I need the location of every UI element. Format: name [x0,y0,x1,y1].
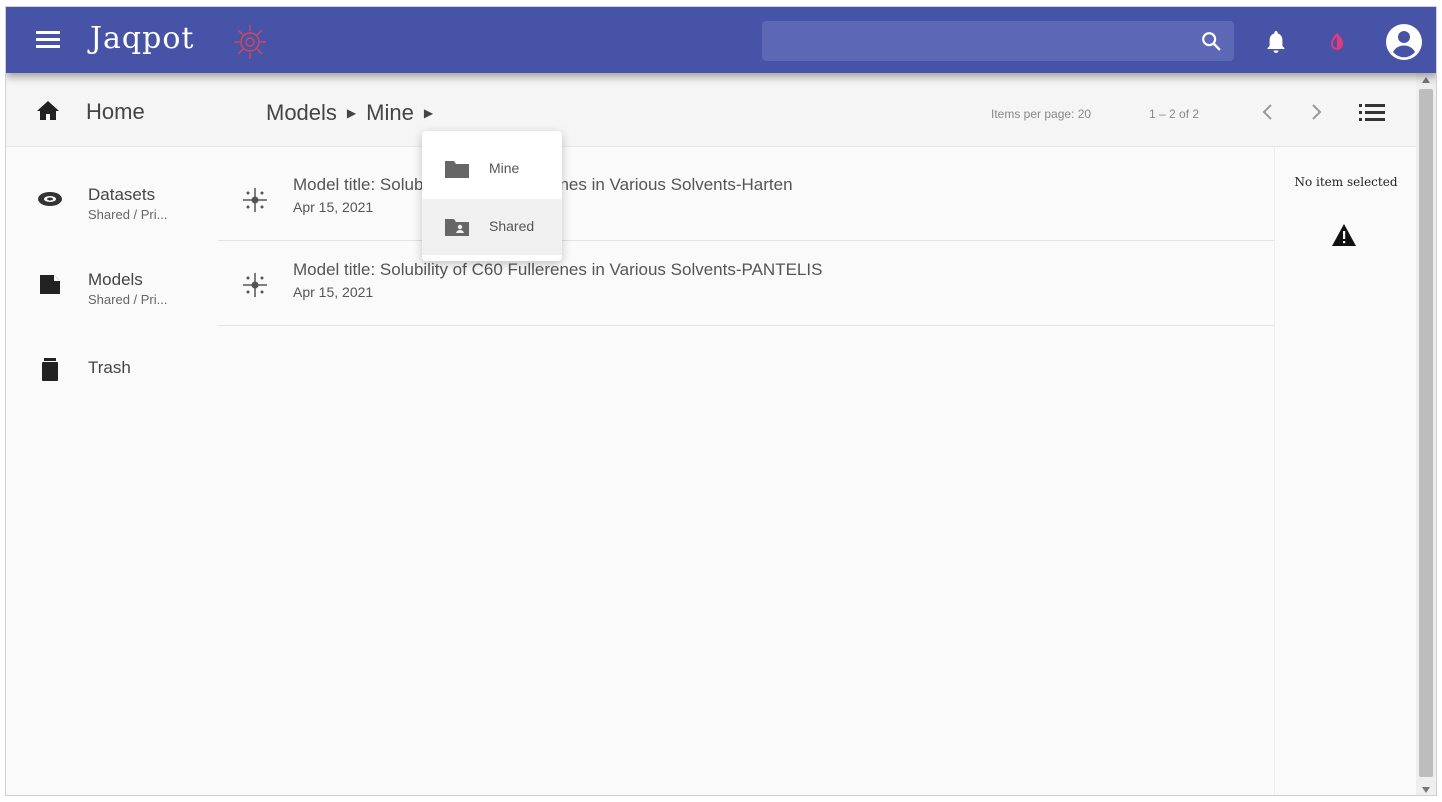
scroll-up-icon[interactable] [1421,75,1431,85]
model-node-icon [243,273,267,297]
scrollbar-thumb[interactable] [1419,89,1433,777]
logo-icon [234,25,266,59]
model-icon [40,275,60,294]
page-range-label: 1 – 2 of 2 [1149,107,1200,121]
search-input[interactable] [762,21,1234,61]
list-item[interactable]: Model title: Solubility of C60 Fullerene… [218,157,1274,241]
trash-icon [42,358,58,381]
list-item[interactable]: Model title: Solubility of C60 Fullerene… [218,242,1274,326]
list-item-date: Apr 15, 2021 [293,284,374,300]
warning-icon [1332,224,1356,246]
sidebar-item-sublabel: Shared / Pri... [88,207,168,222]
scroll-down-icon[interactable] [1421,785,1431,795]
sidebar-item-label: Trash [88,358,131,377]
models-list: Model title: Solubility of C60 Fullerene… [218,147,1274,795]
previous-page-icon[interactable] [1258,101,1278,123]
sidebar-item-label: Models [88,270,143,289]
next-page-icon[interactable] [1306,101,1326,123]
sidebar-item-trash[interactable]: Trash [6,337,218,407]
shared-folder-icon [445,219,469,236]
dataset-icon [38,192,62,206]
account-icon[interactable] [1385,23,1423,61]
sidebar-item-models[interactable]: Models Shared / Pri... [6,252,218,322]
sidebar-item-datasets[interactable]: Datasets Shared / Pri... [6,167,218,237]
model-node-icon [243,188,267,212]
breadcrumb-dropdown-icon[interactable]: ▶ [424,106,433,120]
breadcrumb-dropdown-menu: Mine Shared [422,131,562,261]
list-view-icon[interactable] [1358,101,1386,123]
search-icon[interactable] [1200,30,1222,52]
folder-icon [445,161,469,178]
breadcrumb: Models ▶ Mine ▶ [266,99,443,126]
menu-item-label: Mine [489,160,520,176]
top-app-bar: Jaqpot [6,7,1436,73]
bell-icon[interactable] [1264,29,1288,55]
vertical-scrollbar[interactable] [1416,73,1436,795]
navigation-toolbar: Home Models ▶ Mine ▶ Items per page: 20 1 –… [6,73,1416,147]
sidebar-item-label: Datasets [88,185,156,204]
menu-item-mine[interactable]: Mine [422,141,562,197]
list-item-title: Model title: Solubility of C60 Fullerene… [293,260,823,279]
menu-item-label: Shared [489,218,535,234]
items-per-page[interactable]: Items per page: 20 [991,107,1091,121]
menu-icon[interactable] [36,31,60,51]
app-window: Jaqpot Home Models ▶ Mine ▶ Items per pa… [5,6,1437,796]
home-link[interactable]: Home [86,99,145,125]
details-panel: No item selected [1274,147,1416,795]
list-item-date: Apr 15, 2021 [293,199,374,215]
empty-selection-label: No item selected [1294,175,1398,189]
brand-title[interactable]: Jaqpot [90,21,194,56]
contrast-icon[interactable] [1326,31,1348,53]
breadcrumb-models[interactable]: Models [266,100,337,126]
home-icon[interactable] [36,99,60,121]
sidebar: Datasets Shared / Pri... Models Shared /… [6,147,218,795]
menu-item-shared[interactable]: Shared [422,199,562,255]
sidebar-item-sublabel: Shared / Pri... [88,292,168,307]
breadcrumb-separator-icon: ▶ [346,106,357,121]
breadcrumb-mine[interactable]: Mine [366,100,414,126]
